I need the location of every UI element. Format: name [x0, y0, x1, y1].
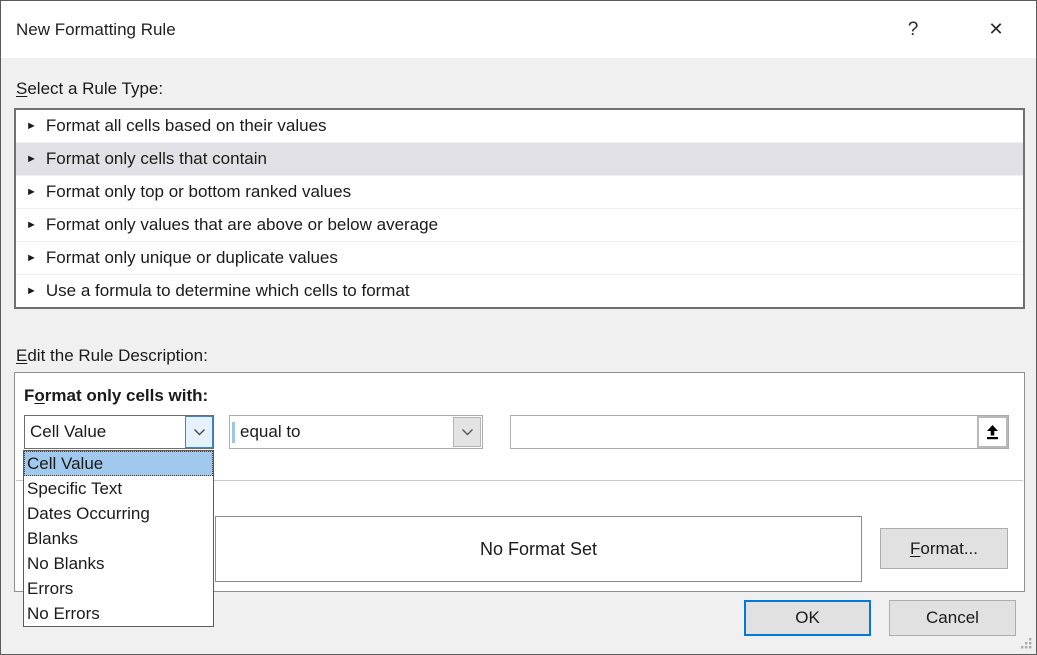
rule-value-input[interactable]: [511, 416, 977, 448]
rule-item-label: Use a formula to determine which cells t…: [46, 281, 410, 301]
rule-item-label: Format only cells that contain: [46, 149, 267, 169]
rule-item-arrow-icon: ►: [26, 187, 37, 198]
rule-type-item-unique-duplicate[interactable]: ► Format only unique or duplicate values: [16, 242, 1023, 275]
format-button[interactable]: Format...: [880, 528, 1008, 569]
dropdown-option-specific-text[interactable]: Specific Text: [24, 476, 213, 501]
edit-rule-description-label: Edit the Rule Description:: [16, 346, 208, 366]
new-formatting-rule-dialog: New Formatting Rule ? ✕ Select a Rule Ty…: [0, 0, 1037, 655]
select-rule-type-label: Select a Rule Type:: [16, 79, 163, 99]
dialog-title: New Formatting Rule: [16, 20, 176, 40]
format-only-cells-with-label: Format only cells with:: [24, 386, 208, 406]
collapse-dialog-range-picker-button[interactable]: [977, 416, 1008, 448]
dropdown-option-errors[interactable]: Errors: [24, 576, 213, 601]
help-button[interactable]: ?: [896, 1, 930, 58]
rule-item-label: Format only unique or duplicate values: [46, 248, 338, 268]
chevron-down-icon: [461, 428, 474, 437]
rule-type-item-cells-that-contain[interactable]: ► Format only cells that contain: [16, 143, 1023, 176]
help-icon: ?: [908, 19, 919, 41]
dropdown-option-no-blanks[interactable]: No Blanks: [24, 551, 213, 576]
chevron-down-icon: [193, 428, 206, 437]
dropdown-option-blanks[interactable]: Blanks: [24, 526, 213, 551]
rule-type-item-use-formula[interactable]: ► Use a formula to determine which cells…: [16, 275, 1023, 307]
title-bar: New Formatting Rule ? ✕: [1, 1, 1036, 58]
cell-value-combobox-dropdown-button[interactable]: [185, 416, 213, 448]
rule-type-item-top-bottom-ranked[interactable]: ► Format only top or bottom ranked value…: [16, 176, 1023, 209]
rule-type-item-format-all-cells[interactable]: ► Format all cells based on their values: [16, 110, 1023, 143]
cell-value-combobox-value: Cell Value: [25, 422, 185, 442]
cancel-button[interactable]: Cancel: [889, 600, 1016, 636]
resize-grip[interactable]: [1020, 637, 1033, 650]
rule-item-arrow-icon: ►: [26, 286, 37, 297]
rule-item-arrow-icon: ►: [26, 121, 37, 132]
operator-combobox-dropdown-button[interactable]: [453, 417, 481, 447]
rule-type-item-above-below-average[interactable]: ► Format only values that are above or b…: [16, 209, 1023, 242]
operator-combobox-value: equal to: [235, 422, 452, 442]
cell-value-dropdown-list: Cell Value Specific Text Dates Occurring…: [23, 450, 214, 627]
format-preview-text: No Format Set: [480, 539, 597, 560]
dropdown-option-no-errors[interactable]: No Errors: [24, 601, 213, 626]
range-picker-up-arrow-icon: [984, 424, 1001, 441]
close-button[interactable]: ✕: [979, 1, 1013, 58]
ok-button[interactable]: OK: [744, 600, 871, 636]
format-preview-box: No Format Set: [215, 516, 862, 582]
rule-type-listbox: ► Format all cells based on their values…: [14, 108, 1025, 309]
operator-combobox[interactable]: equal to: [229, 415, 483, 449]
rule-value-field: [510, 415, 1009, 449]
rule-item-arrow-icon: ►: [26, 253, 37, 264]
rule-item-label: Format all cells based on their values: [46, 116, 327, 136]
rule-item-label: Format only values that are above or bel…: [46, 215, 438, 235]
dropdown-option-dates-occurring[interactable]: Dates Occurring: [24, 501, 213, 526]
dropdown-option-cell-value[interactable]: Cell Value: [24, 451, 213, 476]
rule-item-label: Format only top or bottom ranked values: [46, 182, 351, 202]
close-icon: ✕: [988, 19, 1003, 40]
cell-value-combobox[interactable]: Cell Value: [24, 415, 214, 449]
rule-item-arrow-icon: ►: [26, 220, 37, 231]
rule-item-arrow-icon: ►: [26, 154, 37, 165]
